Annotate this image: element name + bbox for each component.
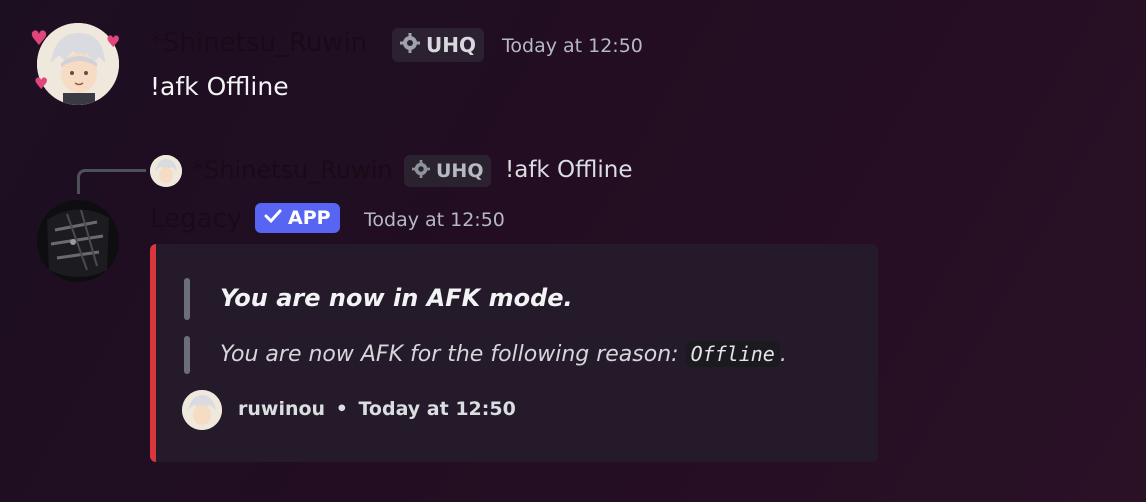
quote-bar bbox=[184, 278, 190, 320]
message-content: !afk Offline bbox=[150, 72, 289, 101]
heart-sticker-icon: ♥ bbox=[30, 26, 48, 50]
footer-separator: • bbox=[335, 398, 348, 420]
embed-title: You are now in AFK mode. bbox=[220, 284, 573, 312]
bot-username[interactable]: Legacy bbox=[150, 204, 242, 234]
app-badge: APP bbox=[255, 203, 340, 233]
reply-connector bbox=[77, 169, 146, 194]
description-text: You are now AFK for the following reason… bbox=[220, 342, 686, 367]
quote-bar bbox=[184, 336, 190, 374]
username[interactable]: *Shinetsu_Ruwin bbox=[150, 28, 367, 58]
reply-content[interactable]: !afk Offline bbox=[505, 157, 633, 183]
server-tag[interactable]: UHQ bbox=[392, 28, 484, 62]
app-badge-label: APP bbox=[288, 207, 331, 229]
tag-label: UHQ bbox=[436, 160, 484, 182]
footer-avatar bbox=[182, 390, 222, 430]
reply-username[interactable]: *Shinetsu_Ruwin bbox=[192, 156, 393, 184]
tag-label: UHQ bbox=[426, 33, 476, 57]
footer-time: Today at 12:50 bbox=[358, 398, 516, 420]
reason-code: Offline bbox=[685, 341, 780, 367]
bot-timestamp[interactable]: Today at 12:50 bbox=[364, 209, 505, 231]
description-suffix: . bbox=[779, 342, 787, 367]
bot-avatar[interactable] bbox=[37, 200, 119, 282]
reply-avatar[interactable] bbox=[150, 155, 182, 187]
timestamp[interactable]: Today at 12:50 bbox=[502, 35, 643, 57]
reply-server-tag[interactable]: UHQ bbox=[404, 155, 492, 187]
footer-user: ruwinou bbox=[238, 398, 326, 420]
heart-icon: ♥ bbox=[106, 32, 121, 51]
checkmark-icon bbox=[264, 207, 282, 229]
heart-icon: ♥ bbox=[34, 74, 49, 93]
gear-badge-icon bbox=[400, 32, 420, 58]
gear-badge-icon bbox=[412, 159, 430, 183]
embed-description: You are now AFK for the following reason… bbox=[220, 341, 787, 367]
embed: You are now in AFK mode. You are now AFK… bbox=[150, 244, 878, 462]
embed-footer: ruwinou • Today at 12:50 bbox=[238, 398, 516, 420]
